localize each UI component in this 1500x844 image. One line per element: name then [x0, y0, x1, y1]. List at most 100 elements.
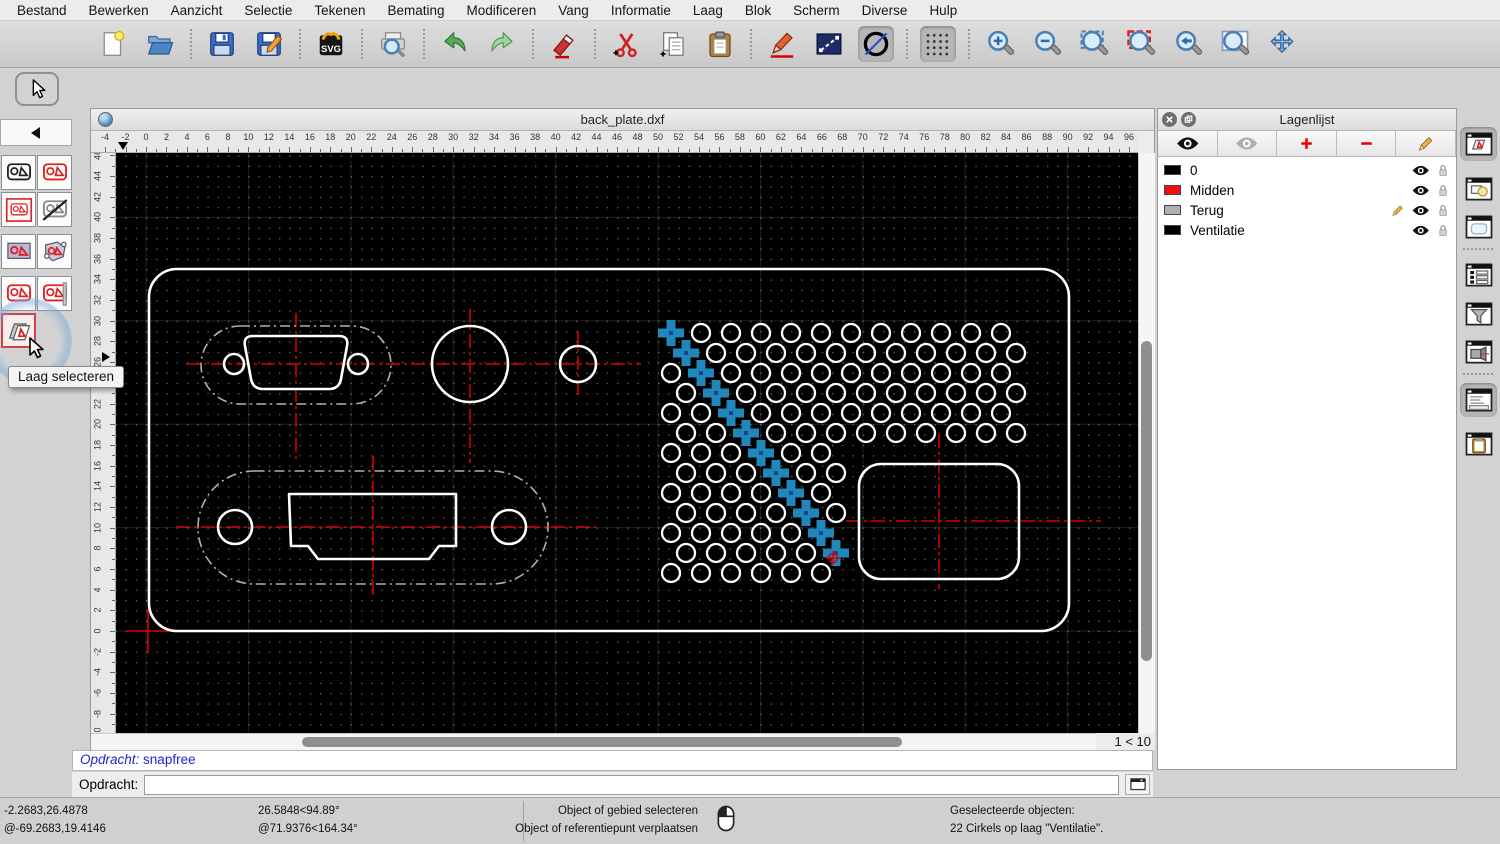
toolbar-separator [906, 29, 908, 59]
panel-detach-button[interactable] [1181, 112, 1196, 127]
cut-button[interactable] [608, 26, 644, 62]
vertical-scrollbar[interactable] [1138, 153, 1155, 733]
draw-pen-button[interactable] [764, 26, 800, 62]
dock-library-browser-button[interactable] [1460, 210, 1497, 244]
line-tool-button[interactable] [811, 26, 847, 62]
redo-button[interactable] [484, 26, 520, 62]
layer-visibility-eye[interactable] [1411, 224, 1431, 237]
menu-tekenen[interactable]: Tekenen [303, 3, 376, 18]
drawing-canvas[interactable] [116, 153, 1138, 733]
layer-lock-icon[interactable] [1438, 224, 1448, 237]
menu-hulp[interactable]: Hulp [918, 3, 968, 18]
tool-select-object[interactable] [1, 155, 36, 190]
edit-pencil-icon [1391, 204, 1404, 217]
dock-block-list-button[interactable] [1460, 172, 1497, 206]
panel-close-button[interactable] [1162, 112, 1177, 127]
zoom-previous-button[interactable] [1170, 26, 1206, 62]
layer-row-0[interactable]: 0 [1158, 160, 1456, 180]
layer-visibility-eye[interactable] [1411, 164, 1431, 177]
absolute-coordinates: -2.2683,26.4878 [4, 805, 88, 817]
layer-row-ventilatie[interactable]: Ventilatie [1158, 220, 1456, 240]
layer-lock-icon[interactable] [1438, 164, 1448, 177]
layer-lock-icon[interactable] [1438, 184, 1448, 197]
layer-lock-icon[interactable] [1438, 204, 1448, 217]
zoom-selection-icon [1127, 30, 1156, 55]
tool-select-intersected[interactable] [37, 276, 72, 311]
menu-laag[interactable]: Laag [682, 3, 734, 18]
zoom-out-button[interactable] [1029, 26, 1065, 62]
tool-select-all[interactable] [1, 276, 36, 311]
dock-projection-button[interactable] [1460, 335, 1497, 369]
horizontal-scrollbar-thumb[interactable] [302, 737, 902, 747]
save-file-button[interactable] [204, 26, 240, 62]
dock-selection-filter-button[interactable] [1460, 297, 1497, 331]
menu-vang[interactable]: Vang [547, 3, 600, 18]
cursor-arrow-icon [32, 79, 46, 99]
horizontal-scrollbar[interactable] [91, 733, 1096, 750]
layer-visibility-eye[interactable] [1411, 204, 1431, 217]
menu-bewerken[interactable]: Bewerken [78, 3, 160, 18]
copy-icon [660, 32, 684, 57]
polar-relative: @71.9376<164.34° [258, 823, 358, 835]
menu-bemating[interactable]: Bemating [376, 3, 455, 18]
tool-deselect-object[interactable] [37, 155, 72, 190]
delete-button[interactable] [546, 26, 582, 62]
show-all-layers-button[interactable] [1158, 131, 1218, 156]
tool-select-window[interactable] [1, 192, 36, 227]
command-input[interactable] [144, 774, 1119, 795]
copy-button[interactable] [655, 26, 691, 62]
menu-selectie[interactable]: Selectie [233, 3, 303, 18]
layer-row-icons [1411, 164, 1448, 177]
dock-clipboard-button[interactable] [1460, 427, 1497, 461]
dock-library-browser-icon [1465, 215, 1492, 239]
zoom-auto-button[interactable] [1076, 26, 1112, 62]
toolbar-separator [750, 29, 752, 59]
layer-row-midden[interactable]: Midden [1158, 180, 1456, 200]
edit-layer-button[interactable] [1396, 131, 1456, 156]
cad-drawing[interactable] [116, 153, 1138, 733]
layer-panel-header[interactable]: Lagenlijst [1158, 109, 1456, 131]
layer-row-terug[interactable]: Terug [1158, 200, 1456, 220]
menu-aanzicht[interactable]: Aanzicht [160, 3, 234, 18]
drawing-window-titlebar[interactable]: back_plate.dxf [91, 109, 1154, 131]
command-history: Opdracht: snapfree [72, 750, 1153, 771]
dock-command-line-button[interactable] [1460, 383, 1497, 417]
zoom-window-button[interactable] [1217, 26, 1253, 62]
grid-toggle-button[interactable] [920, 26, 956, 62]
tool-select-contour[interactable] [37, 234, 72, 269]
menu-diverse[interactable]: Diverse [851, 3, 919, 18]
add-layer-button[interactable] [1277, 131, 1337, 156]
menu-modificeren[interactable]: Modificeren [456, 3, 548, 18]
zoom-in-button[interactable] [982, 26, 1018, 62]
print-preview-button[interactable] [375, 26, 411, 62]
menu-blok[interactable]: Blok [734, 3, 782, 18]
menu-scherm[interactable]: Scherm [782, 3, 851, 18]
remove-layer-button[interactable] [1337, 131, 1397, 156]
dock-entity-list-button[interactable] [1460, 258, 1497, 292]
tool-select-area[interactable] [1, 234, 36, 269]
circle-tool-button[interactable] [858, 26, 894, 62]
hide-all-layers-button[interactable] [1218, 131, 1278, 156]
paste-button[interactable] [702, 26, 738, 62]
menu-bestand[interactable]: Bestand [6, 3, 78, 18]
export-svg-icon: SVG [319, 32, 343, 56]
selection-pointer-tool[interactable] [15, 72, 59, 106]
tool-deselect-all[interactable] [37, 192, 72, 227]
tool-select-layer[interactable] [1, 313, 36, 348]
dock-layer-list-button[interactable] [1460, 127, 1497, 161]
zoom-selection-button[interactable] [1123, 26, 1159, 62]
zoom-pan-icon [1270, 29, 1294, 54]
vertical-scrollbar-thumb[interactable] [1141, 341, 1152, 661]
dock-button-strip [1457, 108, 1500, 770]
layer-visibility-eye[interactable] [1411, 184, 1431, 197]
menu-informatie[interactable]: Informatie [600, 3, 682, 18]
command-history-value: snapfree [143, 752, 196, 767]
save-file-as-button[interactable] [251, 26, 287, 62]
tools-back-button[interactable] [0, 119, 72, 146]
new-file-button[interactable] [95, 26, 131, 62]
export-svg-button[interactable]: SVG [313, 26, 349, 62]
undo-button[interactable] [437, 26, 473, 62]
command-window-toggle-button[interactable] [1125, 774, 1150, 795]
open-file-button[interactable] [142, 26, 178, 62]
zoom-pan-button[interactable] [1264, 26, 1300, 62]
